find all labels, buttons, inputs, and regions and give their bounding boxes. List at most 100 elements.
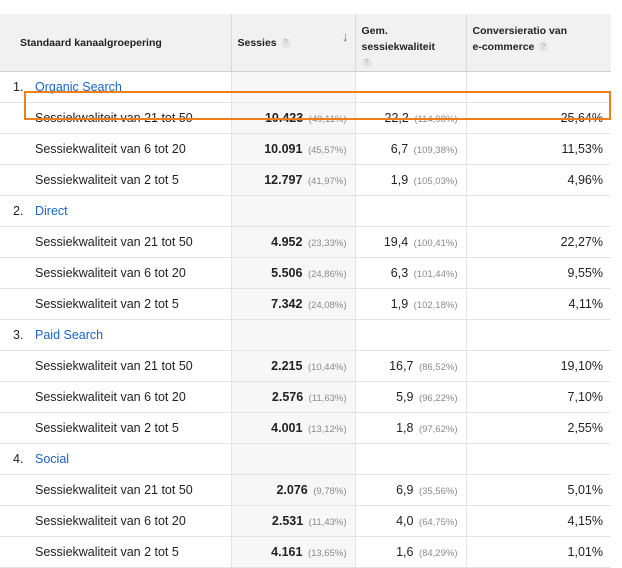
conversion-cell: 9,55% [465, 257, 611, 289]
row-label: Sessiekwaliteit van 2 tot 5 [0, 288, 231, 320]
sessions-cell: 4.952 (23,33%) [230, 226, 355, 258]
group-link[interactable]: Direct [35, 204, 68, 218]
group-conversion-cell [465, 195, 611, 227]
sessions-value: 2.215 [271, 359, 303, 373]
quality-cell: 4,0 (64,75%) [354, 505, 466, 537]
group-number: 4. [13, 452, 24, 466]
group-quality-cell [354, 195, 466, 227]
quality-cell: 6,3 (101,44%) [354, 257, 466, 289]
table-row: Sessiekwaliteit van 6 tot 20 10.091 (45,5… [0, 133, 611, 165]
group-row: 2. Direct [0, 195, 611, 227]
quality-percent: (84,29%) [418, 548, 458, 559]
quality-cell: 6,9 (35,56%) [354, 474, 466, 506]
quality-value: 1,9 [390, 173, 409, 187]
quality-cell: 16,7 (86,52%) [354, 350, 466, 382]
group-name-cell: 3. Paid Search [0, 319, 231, 351]
header-ecommerce-conversion[interactable]: Conversieratio van e-commerce? [465, 14, 611, 72]
sessions-percent: (49,11%) [308, 114, 347, 125]
group-conversion-cell [465, 71, 611, 103]
table-row: Sessiekwaliteit van 21 tot 50 2.076 (9,78… [0, 474, 611, 506]
quality-cell: 6,7 (109,38%) [354, 133, 466, 165]
header-channel-grouping[interactable]: Standaard kanaalgroepering [0, 14, 231, 72]
table-row: Sessiekwaliteit van 21 tot 50 2.215 (10,4… [0, 350, 611, 382]
row-label: Sessiekwaliteit van 2 tot 5 [0, 412, 231, 444]
sessions-percent: (13,65%) [307, 548, 347, 559]
row-label: Sessiekwaliteit van 2 tot 5 [0, 536, 231, 568]
conversion-cell: 4,15% [465, 505, 611, 537]
sessions-value: 10.423 [264, 111, 304, 125]
quality-value: 6,9 [396, 483, 414, 497]
group-link[interactable]: Organic Search [35, 80, 122, 94]
row-label: Sessiekwaliteit van 21 tot 50 [0, 474, 231, 506]
header-session-quality[interactable]: Gem. sessiekwaliteit ? [354, 14, 466, 72]
report-table: Standaard kanaalgroepering Sessies? ↓ Ge… [0, 14, 611, 568]
header-conversion-label-1: Conversieratio van [472, 25, 568, 37]
sessions-percent: (11,43%) [308, 517, 347, 528]
quality-value: 19,4 [383, 235, 409, 249]
header-quality-label: Gem. sessiekwaliteit [361, 25, 436, 53]
group-number: 1. [13, 80, 24, 94]
quality-percent: (105,03%) [413, 176, 458, 187]
quality-cell: 1,8 (97,62%) [354, 412, 466, 444]
sessions-percent: (23,33%) [307, 238, 347, 249]
quality-value: 1,6 [396, 545, 414, 559]
sessions-percent: (45,57%) [307, 145, 347, 156]
sessions-percent: (41,97%) [307, 176, 347, 187]
group-sessions-cell [230, 319, 355, 351]
group-link[interactable]: Paid Search [35, 328, 103, 342]
row-label: Sessiekwaliteit van 2 tot 5 [0, 164, 231, 196]
row-label: Sessiekwaliteit van 21 tot 50 [0, 102, 231, 134]
conversion-cell: 5,01% [465, 474, 611, 506]
conversion-cell: 7,10% [465, 381, 611, 413]
quality-value: 5,9 [396, 390, 414, 404]
group-row: 1. Organic Search [0, 71, 611, 103]
table-header-row: Standaard kanaalgroepering Sessies? ↓ Ge… [0, 14, 611, 72]
group-link[interactable]: Social [35, 452, 69, 466]
sessions-cell: 10.091 (45,57%) [230, 133, 355, 165]
header-channel-label: Standaard kanaalgroepering [20, 36, 162, 49]
table-body: 1. Organic Search Sessiekwaliteit van 21 t… [0, 71, 611, 568]
quality-cell: 1,9 (102,18%) [354, 288, 466, 320]
table-row: Sessiekwaliteit van 6 tot 20 2.576 (11,63… [0, 381, 611, 413]
table-row: Sessiekwaliteit van 2 tot 5 4.001 (13,12%… [0, 412, 611, 444]
quality-percent: (97,62%) [418, 424, 458, 435]
conversion-cell: 19,10% [465, 350, 611, 382]
group-conversion-cell [465, 319, 611, 351]
sessions-cell: 2.576 (11,63%) [230, 381, 355, 413]
sessions-cell: 2.215 (10,44%) [230, 350, 355, 382]
sessions-cell: 10.423 (49,11%) [230, 102, 355, 134]
help-icon[interactable]: ? [280, 37, 291, 48]
sessions-value: 2.576 [271, 390, 304, 404]
quality-percent: (114,98%) [414, 114, 458, 125]
sessions-percent: (24,86%) [307, 269, 347, 280]
sessions-value: 10.091 [264, 142, 303, 156]
help-icon[interactable]: ? [361, 58, 372, 69]
quality-value: 4,0 [396, 514, 414, 528]
sessions-cell: 2.531 (11,43%) [230, 505, 355, 537]
row-label: Sessiekwaliteit van 6 tot 20 [0, 505, 231, 537]
sessions-value: 2.076 [276, 483, 308, 497]
table-row: Sessiekwaliteit van 2 tot 5 7.342 (24,08%… [0, 288, 611, 320]
sessions-cell: 5.506 (24,86%) [230, 257, 355, 289]
sessions-value: 4.001 [271, 421, 303, 435]
sessions-cell: 7.342 (24,08%) [230, 288, 355, 320]
sessions-value: 12.797 [264, 173, 303, 187]
sort-descending-icon[interactable]: ↓ [342, 29, 349, 44]
quality-value: 6,7 [390, 142, 409, 156]
quality-cell: 22,2 (114,98%) [354, 102, 466, 134]
header-sessions[interactable]: Sessies? ↓ [230, 14, 355, 72]
group-row: 4. Social [0, 443, 611, 475]
sessions-percent: (11,63%) [308, 393, 347, 404]
quality-percent: (64,75%) [418, 517, 458, 528]
sessions-percent: (9,78%) [313, 486, 347, 497]
conversion-cell: 2,55% [465, 412, 611, 444]
group-name-cell: 4. Social [0, 443, 231, 475]
quality-percent: (102,18%) [413, 300, 458, 311]
quality-cell: 19,4 (100,41%) [354, 226, 466, 258]
quality-percent: (100,41%) [413, 238, 458, 249]
conversion-cell: 11,53% [465, 133, 611, 165]
quality-percent: (109,38%) [413, 145, 458, 156]
quality-value: 1,9 [390, 297, 409, 311]
help-icon[interactable]: ? [538, 42, 549, 53]
row-label: Sessiekwaliteit van 6 tot 20 [0, 133, 231, 165]
